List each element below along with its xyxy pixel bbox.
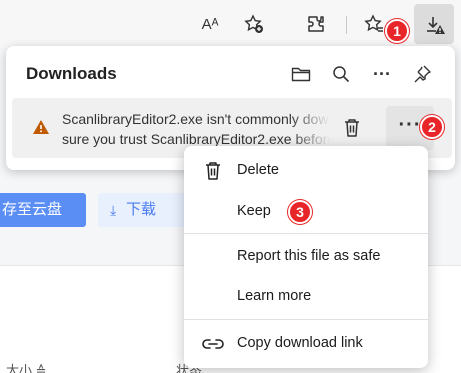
download-arrow-icon: ⤓ — [110, 202, 117, 218]
step-badge-2: 2 — [420, 115, 444, 139]
menu-separator — [184, 319, 428, 320]
menu-item-report-safe[interactable]: Report this file as safe — [184, 239, 428, 275]
menu-item-label: Keep — [237, 203, 271, 219]
page-download-label: 下载 — [126, 201, 157, 218]
extensions-icon[interactable] — [302, 10, 330, 38]
warning-icon — [33, 120, 49, 134]
pin-icon[interactable] — [408, 60, 436, 88]
download-context-menu: Delete Keep Report this file as safe Lea… — [184, 146, 428, 368]
add-favorite-icon[interactable] — [240, 10, 268, 38]
search-icon[interactable] — [327, 60, 355, 88]
downloads-button[interactable] — [414, 4, 454, 44]
menu-item-copy-link[interactable]: Copy download link — [184, 326, 428, 362]
save-to-cloud-button[interactable]: 存至云盘 — [0, 193, 86, 227]
menu-item-label: Copy download link — [237, 335, 363, 351]
page-download-button[interactable]: ⤓ 下载 — [98, 193, 188, 227]
more-options-icon[interactable]: ··· — [368, 60, 396, 88]
menu-item-label: Learn more — [237, 288, 312, 304]
downloads-title: Downloads — [26, 64, 117, 83]
trash-icon — [202, 160, 224, 182]
step-badge-3: 3 — [288, 200, 312, 224]
menu-item-learn-more[interactable]: Learn more — [184, 279, 428, 315]
read-aloud-icon[interactable]: Aᴬ — [196, 10, 224, 38]
downloads-icon — [427, 17, 445, 34]
size-column-header[interactable]: 大小 ≙ — [6, 360, 47, 373]
step-badge-1: 1 — [385, 19, 409, 43]
read-aloud-glyph: Aᴬ — [201, 15, 219, 33]
menu-item-label: Delete — [237, 162, 279, 178]
download-warning-text: ScanlibraryEditor2.exe isn't commonly do… — [62, 109, 330, 149]
toolbar-separator — [346, 16, 347, 34]
trash-icon — [345, 119, 359, 137]
link-icon — [202, 333, 224, 355]
open-folder-icon[interactable] — [287, 60, 315, 88]
warning-line-1: ScanlibraryEditor2.exe isn't commonly do… — [62, 111, 330, 127]
delete-download-button[interactable] — [338, 114, 366, 142]
save-to-cloud-label: 存至云盘 — [2, 201, 63, 218]
menu-item-label: Report this file as safe — [237, 248, 381, 264]
menu-item-delete[interactable]: Delete — [184, 153, 428, 189]
menu-separator — [184, 233, 428, 234]
favorites-icon[interactable] — [360, 10, 388, 38]
